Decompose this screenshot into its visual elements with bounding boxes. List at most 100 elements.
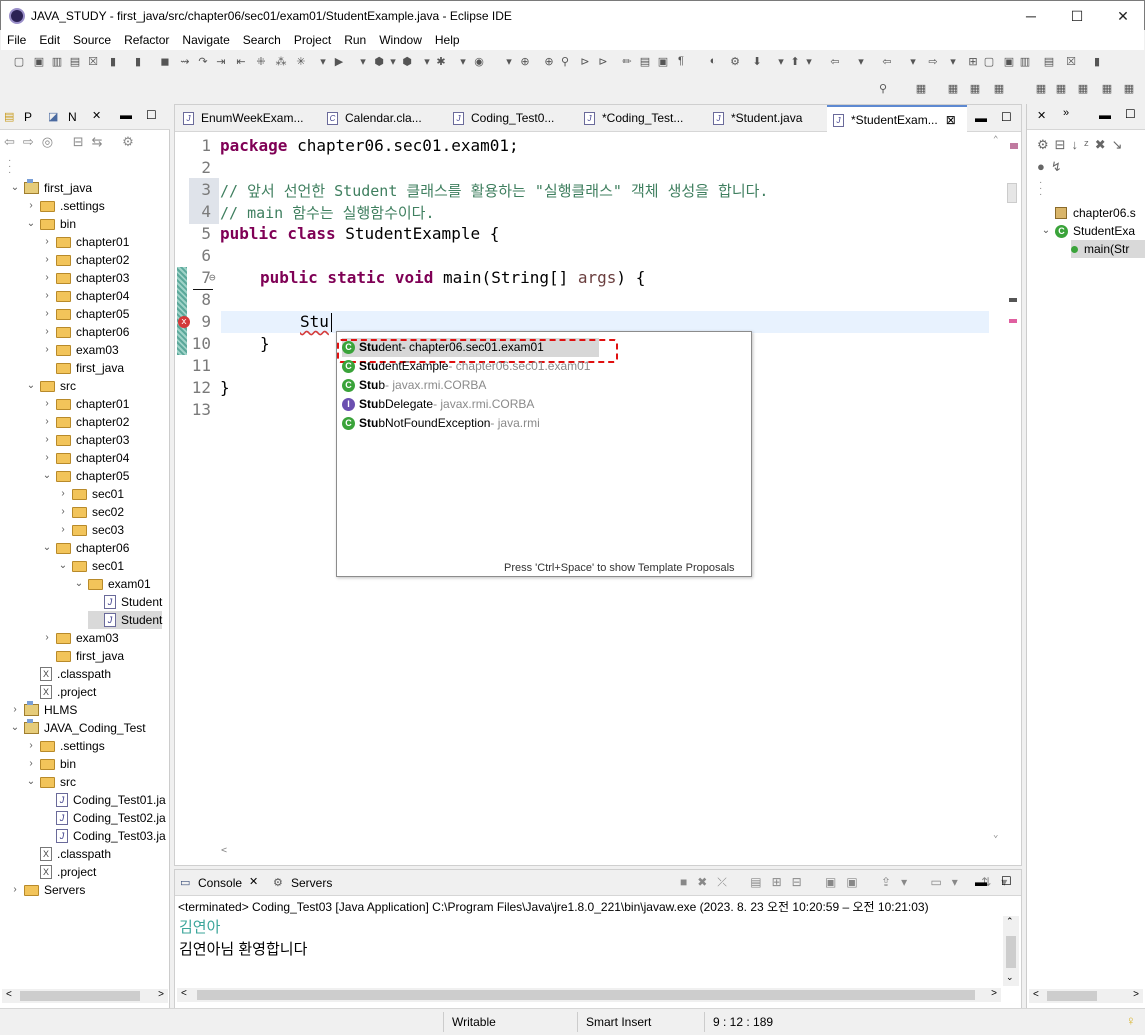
proposal-item[interactable]: C Stu b - javax.rmi.CORBA <box>342 376 486 395</box>
menu-project[interactable]: Project <box>288 33 338 47</box>
tree-item[interactable]: › chapter04 <box>40 287 129 305</box>
close-tab-icon[interactable]: ⊠ <box>946 113 956 127</box>
tree-item[interactable]: ⌄ src <box>24 377 76 395</box>
tree-item[interactable]: › sec01 <box>56 485 124 503</box>
editor-minimize-icon[interactable]: ▬ <box>975 111 987 125</box>
toolbar-icon[interactable]: ▤ <box>637 53 653 69</box>
menu-edit[interactable]: Edit <box>33 33 67 47</box>
toolbar-icon[interactable]: ↷ <box>195 53 211 69</box>
expand-toggle-icon[interactable]: › <box>40 395 54 413</box>
console-maximize-icon[interactable]: ☐ <box>1001 874 1012 888</box>
expand-toggle-icon[interactable]: › <box>40 449 54 467</box>
console-vscroll[interactable]: ⌃ ⌄ <box>1003 916 1019 986</box>
tree-item[interactable]: ⌄ first_java <box>8 179 92 197</box>
maximize-view-icon[interactable]: ☐ <box>146 108 157 122</box>
menu-window[interactable]: Window <box>373 33 429 47</box>
toolbar-icon[interactable]: ▾ <box>315 53 331 69</box>
expand-toggle-icon[interactable]: › <box>40 323 54 341</box>
toolbar-icon[interactable]: ⬇ <box>749 53 765 69</box>
expand-toggle-icon[interactable]: › <box>56 485 70 503</box>
editor-tab[interactable]: J EnumWeekExam... <box>177 105 317 132</box>
toolbar-icon[interactable]: ⇦ <box>827 53 843 69</box>
toolbar-icon[interactable]: ▮ <box>105 53 121 69</box>
expand-toggle-icon[interactable]: › <box>40 341 54 359</box>
expand-toggle-icon[interactable]: ⌄ <box>8 179 22 197</box>
view-menu-icon[interactable]: · · · <box>8 156 11 178</box>
expand-toggle-icon[interactable]: › <box>40 269 54 287</box>
tip-bulb-icon[interactable]: ♀ <box>1126 1013 1136 1028</box>
toolbar-icon[interactable]: ▤ <box>67 53 83 69</box>
tree-item[interactable]: ⌄ bin <box>24 215 76 233</box>
toolbar-icon[interactable]: ◼ <box>157 53 173 69</box>
tree-item[interactable]: › chapter02 <box>40 413 129 431</box>
tree-item[interactable]: J Student <box>88 611 163 629</box>
tree-item[interactable]: ⌄ chapter06 <box>40 539 130 557</box>
minimize-view-icon[interactable]: ▬ <box>120 108 132 122</box>
toolbar-icon[interactable]: ▤ <box>1041 53 1057 69</box>
expand-toggle-icon[interactable]: › <box>40 431 54 449</box>
editor-tab[interactable]: J *StudentExam... ⊠ <box>827 105 967 132</box>
expand-toggle-icon[interactable]: › <box>24 737 38 755</box>
console-toolbar[interactable]: ■✖⤫ ▤⊞⊟ ▣▣ ⇪▾ ▭▾ ⇅▾ <box>680 875 1017 890</box>
outline-item[interactable]: ⌄ C StudentExa <box>1039 222 1135 240</box>
toolbar-icon[interactable]: ¶ <box>673 53 689 69</box>
tree-item[interactable]: › exam03 <box>40 341 118 359</box>
tree-item[interactable]: ⌄ JAVA_Coding_Test <box>8 719 146 737</box>
expand-toggle-icon[interactable]: ⌄ <box>24 377 38 395</box>
expand-toggle-icon[interactable]: › <box>40 413 54 431</box>
toolbar-icon[interactable]: ▮ <box>1089 53 1105 69</box>
toolbar-icon[interactable]: ⇥ <box>213 53 229 69</box>
minimize-button[interactable]: ─ <box>1008 1 1054 31</box>
expand-toggle-icon[interactable]: › <box>40 629 54 647</box>
toolbar-icon[interactable]: ◉ <box>471 53 487 69</box>
toolbar-icon[interactable]: ☒ <box>85 53 101 69</box>
editor-maximize-icon[interactable]: ☐ <box>1001 110 1012 124</box>
tree-item[interactable]: X .classpath <box>24 665 111 683</box>
tree-item[interactable]: ⌄ src <box>24 773 76 791</box>
tree-item[interactable]: ⌄ sec01 <box>56 557 124 575</box>
toolbar-icon[interactable]: ⇝ <box>177 53 193 69</box>
toolbar-icon[interactable]: ⚲ <box>557 53 573 69</box>
toolbar-icon[interactable]: ✏ <box>619 53 635 69</box>
menu-search[interactable]: Search <box>237 33 288 47</box>
expand-toggle-icon[interactable]: ⌄ <box>56 557 70 575</box>
toolbar-icon[interactable]: ▾ <box>455 53 471 69</box>
editor-tab[interactable]: J *Student.java <box>707 105 825 132</box>
scroll-left-icon[interactable]: < <box>221 845 227 856</box>
perspective-icon[interactable]: ▦ <box>1053 80 1069 96</box>
toolbar-icon[interactable]: ⊳ <box>595 53 611 69</box>
expand-toggle-icon[interactable]: › <box>24 755 38 773</box>
close-outline-icon[interactable]: ✕ <box>1037 109 1046 122</box>
toolbar-icon[interactable]: ⇤ <box>233 53 249 69</box>
tree-item[interactable]: J Coding_Test02.ja <box>40 809 166 827</box>
console-minimize-icon[interactable]: ▬ <box>975 875 987 889</box>
toolbar-icon[interactable]: ▾ <box>905 53 921 69</box>
overflow-icon[interactable]: » <box>1063 107 1069 119</box>
proposal-item[interactable]: C Stu bNotFoundException - java.rmi <box>342 414 540 433</box>
editor-tab[interactable]: J Coding_Test0... <box>447 105 575 132</box>
toolbar-icon[interactable]: ▾ <box>501 53 517 69</box>
scroll-down-icon[interactable]: ⌄ <box>993 830 998 840</box>
toolbar-icon[interactable]: ⚙ <box>727 53 743 69</box>
expand-toggle-icon[interactable]: ⌄ <box>40 539 54 557</box>
maximize-button[interactable]: ☐ <box>1054 1 1100 31</box>
toolbar-icon[interactable]: ⊞ <box>965 53 981 69</box>
expand-toggle-icon[interactable]: ⌄ <box>24 215 38 233</box>
tree-item[interactable]: ⌄ chapter05 <box>40 467 130 485</box>
expand-toggle-icon[interactable]: › <box>24 197 38 215</box>
perspective-icon[interactable]: ▦ <box>991 80 1007 96</box>
tree-item[interactable]: › .settings <box>24 197 104 215</box>
menu-file[interactable]: File <box>1 33 33 47</box>
tree-item[interactable]: J Student <box>88 593 162 611</box>
proposal-item[interactable]: C Stu dentExample - chapter06.sec01.exam01 <box>342 357 590 376</box>
menu-navigate[interactable]: Navigate <box>176 33 236 47</box>
toolbar-icon[interactable]: ⁜ <box>253 53 269 69</box>
editor-tab[interactable]: C Calendar.cla... <box>321 105 443 132</box>
toolbar-icon[interactable]: ▥ <box>1017 53 1033 69</box>
expand-toggle-icon[interactable]: ⌄ <box>1039 222 1053 240</box>
expand-toggle-icon[interactable]: › <box>56 503 70 521</box>
toolbar-icon[interactable]: ▶ <box>331 53 347 69</box>
perspective-icon[interactable]: ▦ <box>913 80 929 96</box>
toolbar-icon[interactable]: ▣ <box>1001 53 1017 69</box>
outline-maximize-icon[interactable]: ☐ <box>1125 107 1136 121</box>
